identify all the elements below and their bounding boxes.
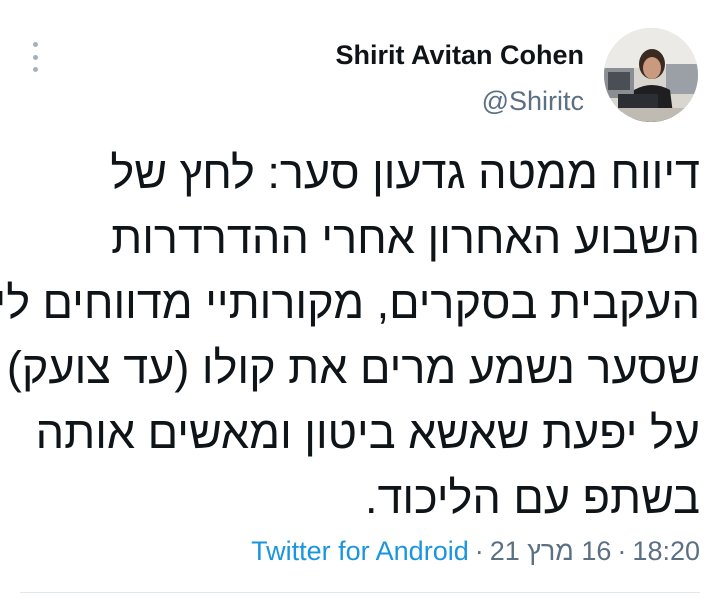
author-handle[interactable]: @Shiritc bbox=[482, 86, 584, 117]
tweet-text-line: דיווח ממטה גדעון סער: לחץ של bbox=[110, 147, 700, 198]
author-display-name[interactable]: Shirit Avitan Cohen bbox=[335, 40, 584, 71]
tweet-date[interactable]: 16 מרץ 21 bbox=[490, 536, 612, 566]
avatar[interactable] bbox=[604, 28, 698, 122]
tweet-text-line: השבוע האחרון אחרי ההדרדרות bbox=[111, 212, 700, 263]
tweet-text-line: שסער נשמע מרים את קולו (עד צועק) bbox=[6, 342, 700, 393]
tweet-time[interactable]: 18:20 bbox=[632, 536, 700, 566]
tweet-text: דיווח ממטה גדעון סער: לחץ של השבוע האחרו… bbox=[0, 140, 700, 530]
avatar-image bbox=[604, 28, 698, 122]
tweet-meta: Twitter for Android · 16 מרץ 21 · 18:20 bbox=[251, 536, 700, 567]
meta-separator: · bbox=[474, 536, 484, 566]
more-vertical-icon[interactable] bbox=[24, 42, 46, 72]
tweet-source-link[interactable]: Twitter for Android bbox=[251, 536, 469, 566]
tweet-text-line: על יפעת שאשא ביטון ומאשים אותה bbox=[35, 407, 700, 458]
tweet-text-line: בשתפ עם הליכוד. bbox=[364, 472, 700, 523]
divider bbox=[20, 592, 700, 593]
meta-separator: · bbox=[617, 536, 627, 566]
tweet-text-line: העקבית בסקרים, מקורותיי מדווחים לי bbox=[0, 277, 700, 328]
